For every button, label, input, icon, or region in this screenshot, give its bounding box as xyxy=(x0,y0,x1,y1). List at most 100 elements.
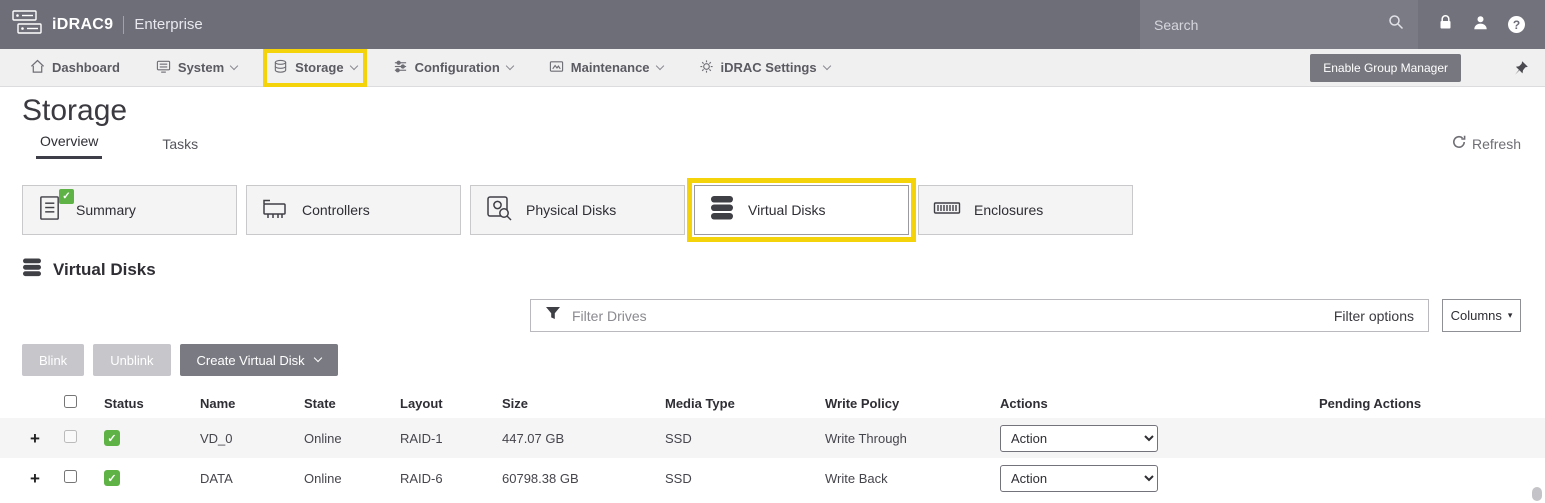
status-ok-icon: ✓ xyxy=(104,430,120,446)
idrac-logo-icon xyxy=(12,9,42,41)
nav-item-maintenance[interactable]: Maintenance xyxy=(549,59,663,77)
lock-icon[interactable] xyxy=(1438,14,1453,35)
columns-button[interactable]: Columns ▾ xyxy=(1442,299,1521,332)
page-title: Storage xyxy=(22,93,1545,129)
enclosures-icon xyxy=(933,194,961,227)
user-icon[interactable] xyxy=(1473,15,1488,35)
cell-media-type: SSD xyxy=(661,471,821,486)
card-physical-disks[interactable]: Physical Disks xyxy=(470,185,685,235)
nav-label: iDRAC Settings xyxy=(721,60,817,75)
vd-toolbar: Blink Unblink Create Virtual Disk xyxy=(22,344,1545,376)
scrollbar-thumb[interactable] xyxy=(1532,487,1542,501)
tab-tasks[interactable]: Tasks xyxy=(158,136,202,159)
chevron-down-icon xyxy=(822,61,830,69)
top-icon-group: ? xyxy=(1418,0,1545,49)
filter-options-link[interactable]: Filter options xyxy=(1334,308,1414,324)
brand-edition: Enterprise xyxy=(134,16,202,33)
cell-write-policy: Write Back xyxy=(821,471,996,486)
storage-card-row: ✓ Summary Controllers Physical Disks xyxy=(22,185,1545,235)
header-actions: Actions xyxy=(996,396,1311,411)
nav-item-configuration[interactable]: Configuration xyxy=(393,59,513,77)
card-virtual-disks[interactable]: Virtual Disks xyxy=(694,185,909,235)
refresh-button[interactable]: Refresh xyxy=(1452,135,1521,159)
cell-size: 60798.38 GB xyxy=(498,471,661,486)
nav-label: Storage xyxy=(295,60,343,75)
filter-drives-box[interactable]: Filter options xyxy=(530,299,1429,332)
card-label: Physical Disks xyxy=(526,202,616,218)
table-row: + ✓ VD_0 Online RAID-1 447.07 GB SSD Wri… xyxy=(0,418,1545,458)
select-all-cell xyxy=(60,395,96,411)
storage-icon xyxy=(273,59,288,77)
status-ok-badge: ✓ xyxy=(59,189,74,204)
brand-name: iDRAC9 xyxy=(52,16,113,34)
row-checkbox[interactable] xyxy=(64,470,77,483)
section-title: Virtual Disks xyxy=(53,260,156,280)
cell-state: Online xyxy=(300,471,396,486)
brand: iDRAC9 Enterprise xyxy=(0,0,1140,49)
card-summary[interactable]: ✓ Summary xyxy=(22,185,237,235)
create-virtual-disk-label: Create Virtual Disk xyxy=(197,353,305,368)
search-icon[interactable] xyxy=(1388,14,1404,35)
row-action-select[interactable]: Action xyxy=(1000,465,1158,492)
cell-layout: RAID-1 xyxy=(396,431,498,446)
chevron-down-icon xyxy=(230,61,238,69)
unblink-button[interactable]: Unblink xyxy=(93,344,170,376)
expand-row-button[interactable]: + xyxy=(30,429,40,448)
header-status: Status xyxy=(96,396,196,411)
search-input[interactable] xyxy=(1154,17,1380,33)
table-row: + ✓ DATA Online RAID-6 60798.38 GB SSD W… xyxy=(0,458,1545,498)
tab-bar: Overview Tasks Refresh xyxy=(36,131,1521,159)
help-icon[interactable]: ? xyxy=(1508,16,1525,33)
header-size: Size xyxy=(498,396,661,411)
expand-row-button[interactable]: + xyxy=(30,469,40,488)
blink-button[interactable]: Blink xyxy=(22,344,84,376)
row-checkbox[interactable] xyxy=(64,430,77,443)
cell-name: DATA xyxy=(196,471,300,486)
columns-label: Columns xyxy=(1451,308,1502,323)
nav-label: System xyxy=(178,60,224,75)
filter-row: Filter options Columns ▾ xyxy=(530,299,1521,332)
top-header: iDRAC9 Enterprise ? xyxy=(0,0,1545,49)
card-controllers[interactable]: Controllers xyxy=(246,185,461,235)
enable-group-manager-button[interactable]: Enable Group Manager xyxy=(1310,54,1461,82)
nav-item-storage[interactable]: Storage xyxy=(273,59,356,77)
cell-state: Online xyxy=(300,431,396,446)
controllers-icon xyxy=(261,195,289,226)
table-header-row: Status Name State Layout Size Media Type… xyxy=(0,388,1545,418)
tab-overview[interactable]: Overview xyxy=(36,133,102,159)
cell-size: 447.07 GB xyxy=(498,431,661,446)
nav-label: Dashboard xyxy=(52,60,120,75)
cell-write-policy: Write Through xyxy=(821,431,996,446)
header-pending-actions: Pending Actions xyxy=(1311,396,1545,411)
row-action-select[interactable]: Action xyxy=(1000,425,1158,452)
nav-label: Configuration xyxy=(415,60,500,75)
global-search[interactable] xyxy=(1140,0,1418,49)
header-media-type: Media Type xyxy=(661,396,821,411)
header-state: State xyxy=(300,396,396,411)
nav-item-system[interactable]: System xyxy=(156,59,237,77)
physical-disks-icon xyxy=(485,194,513,227)
sliders-icon xyxy=(393,59,408,77)
card-enclosures[interactable]: Enclosures xyxy=(918,185,1133,235)
header-layout: Layout xyxy=(396,396,498,411)
caret-down-icon: ▾ xyxy=(1508,310,1513,321)
gear-icon xyxy=(699,59,714,77)
card-label: Summary xyxy=(76,202,136,218)
nav-item-dashboard[interactable]: Dashboard xyxy=(30,59,120,77)
filter-input[interactable] xyxy=(572,308,1323,324)
status-ok-icon: ✓ xyxy=(104,470,120,486)
create-virtual-disk-button[interactable]: Create Virtual Disk xyxy=(180,344,338,376)
maintenance-icon xyxy=(549,59,564,77)
pin-icon[interactable] xyxy=(1513,60,1529,76)
refresh-label: Refresh xyxy=(1472,136,1521,152)
chevron-down-icon xyxy=(313,354,321,362)
select-all-checkbox[interactable] xyxy=(64,395,77,408)
nav-item-idrac-settings[interactable]: iDRAC Settings xyxy=(699,59,830,77)
cell-name: VD_0 xyxy=(196,431,300,446)
chevron-down-icon xyxy=(349,61,357,69)
virtual-disks-table: Status Name State Layout Size Media Type… xyxy=(0,388,1545,498)
card-label: Virtual Disks xyxy=(748,202,826,218)
header-write-policy: Write Policy xyxy=(821,396,996,411)
brand-divider xyxy=(123,16,124,34)
nav-label: Maintenance xyxy=(571,60,650,75)
